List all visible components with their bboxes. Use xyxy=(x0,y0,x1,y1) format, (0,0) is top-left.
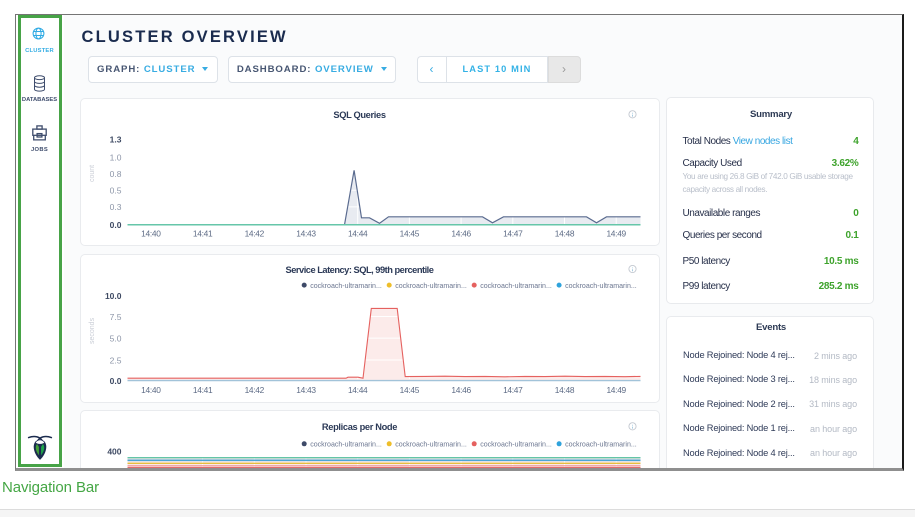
svg-text:2.5: 2.5 xyxy=(110,355,122,365)
svg-text:14:43: 14:43 xyxy=(296,385,316,395)
svg-text:14:43: 14:43 xyxy=(296,228,316,238)
svg-text:14:45: 14:45 xyxy=(400,228,420,238)
svg-text:1.3: 1.3 xyxy=(110,134,122,144)
svg-text:0.8: 0.8 xyxy=(110,169,122,179)
svg-text:Replicas per Node: Replicas per Node xyxy=(322,421,397,431)
svg-text:14:41: 14:41 xyxy=(193,385,213,395)
svg-text:14:47: 14:47 xyxy=(503,385,523,395)
svg-text:seconds: seconds xyxy=(89,317,96,344)
svg-text:14:41: 14:41 xyxy=(193,228,213,238)
svg-text:0.5: 0.5 xyxy=(110,185,122,195)
svg-text:14:49: 14:49 xyxy=(606,228,626,238)
svg-text:1.0: 1.0 xyxy=(110,152,122,162)
svg-text:7.5: 7.5 xyxy=(110,312,122,322)
svg-text:14:42: 14:42 xyxy=(245,228,265,238)
svg-text:14:42: 14:42 xyxy=(245,385,265,395)
svg-text:14:40: 14:40 xyxy=(141,228,161,238)
svg-text:14:46: 14:46 xyxy=(451,228,471,238)
svg-text:0.0: 0.0 xyxy=(110,220,122,230)
svg-text:14:44: 14:44 xyxy=(348,228,368,238)
svg-text:cockroach-ultramarin...: cockroach-ultramarin... xyxy=(480,283,552,290)
svg-text:14:49: 14:49 xyxy=(606,385,626,395)
svg-text:cockroach-ultramarin...: cockroach-ultramarin... xyxy=(565,441,637,448)
svg-text:cockroach-ultramarin...: cockroach-ultramarin... xyxy=(310,441,382,448)
svg-text:cockroach-ultramarin...: cockroach-ultramarin... xyxy=(480,441,552,448)
svg-text:cockroach-ultramarin...: cockroach-ultramarin... xyxy=(395,283,467,290)
svg-text:14:45: 14:45 xyxy=(400,385,420,395)
svg-text:5.0: 5.0 xyxy=(110,333,122,343)
svg-text:0.0: 0.0 xyxy=(110,376,122,386)
svg-text:10.0: 10.0 xyxy=(105,291,122,301)
svg-text:cockroach-ultramarin...: cockroach-ultramarin... xyxy=(565,283,637,290)
svg-text:14:46: 14:46 xyxy=(451,385,471,395)
svg-text:14:40: 14:40 xyxy=(141,385,161,395)
svg-text:14:48: 14:48 xyxy=(555,385,575,395)
svg-text:Service Latency: SQL, 99th per: Service Latency: SQL, 99th percentile xyxy=(286,265,434,275)
svg-text:14:47: 14:47 xyxy=(503,228,523,238)
svg-text:14:48: 14:48 xyxy=(555,228,575,238)
svg-text:400: 400 xyxy=(107,446,121,456)
svg-text:cockroach-ultramarin...: cockroach-ultramarin... xyxy=(310,283,382,290)
svg-text:count: count xyxy=(89,165,96,182)
svg-text:cockroach-ultramarin...: cockroach-ultramarin... xyxy=(395,441,467,448)
svg-text:SQL Queries: SQL Queries xyxy=(333,110,385,120)
svg-text:0.3: 0.3 xyxy=(110,202,122,212)
svg-text:14:44: 14:44 xyxy=(348,385,368,395)
